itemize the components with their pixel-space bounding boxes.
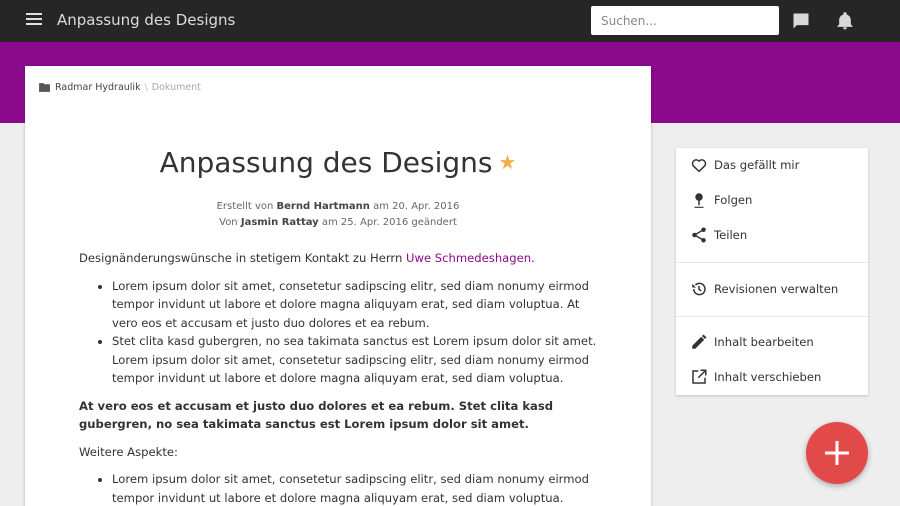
heart-icon <box>691 159 707 173</box>
open-in-new-icon <box>692 369 707 384</box>
changed-date: am 25. Apr. 2016 geändert <box>321 217 457 228</box>
subheading: Weitere Aspekte: <box>79 444 178 459</box>
move-content-label: Inhalt verschieben <box>714 370 822 384</box>
action-sidebar: Das gefällt mir Folgen Teilen Revisionen… <box>676 148 868 395</box>
like-button[interactable]: Das gefällt mir <box>676 151 868 179</box>
divider <box>676 316 868 317</box>
history-icon <box>692 282 706 296</box>
revisions-button[interactable]: Revisionen verwalten <box>676 275 868 303</box>
top-bar: Anpassung des Designs <box>0 0 900 42</box>
bell-icon[interactable] <box>835 11 855 31</box>
like-label: Das gefällt mir <box>714 158 800 172</box>
changed-by[interactable]: Jasmin Rattay <box>241 217 319 228</box>
breadcrumb-separator: \ <box>144 82 148 93</box>
search-input[interactable] <box>591 6 779 35</box>
intro-text: Designänderungswünsche in stetigem Konta… <box>79 251 406 265</box>
edit-content-button[interactable]: Inhalt bearbeiten <box>676 328 868 356</box>
add-button[interactable] <box>806 422 868 484</box>
intro-paragraph: Designänderungswünsche in stetigem Konta… <box>79 249 604 268</box>
created-by[interactable]: Bernd Hartmann <box>277 201 370 212</box>
pin-icon <box>694 193 704 208</box>
changed-prefix: Von <box>219 217 238 228</box>
menu-icon[interactable] <box>26 13 42 27</box>
changed-meta: Von Jasmin Rattay am 25. Apr. 2016 geänd… <box>25 217 651 228</box>
follow-label: Folgen <box>714 193 753 207</box>
created-meta: Erstellt von Bernd Hartmann am 20. Apr. … <box>25 201 651 212</box>
list-item: Lorem ipsum dolor sit amet, consetetur s… <box>112 277 604 333</box>
app-title: Anpassung des Designs <box>57 11 236 29</box>
edit-content-label: Inhalt bearbeiten <box>714 335 814 349</box>
created-date: am 20. Apr. 2016 <box>373 201 460 212</box>
plus-icon <box>825 441 849 465</box>
move-content-button[interactable]: Inhalt verschieben <box>676 363 868 391</box>
document-card: Radmar Hydraulik \ Dokument Anpassung de… <box>25 66 651 506</box>
page-title: Anpassung des Designs ★ <box>25 146 651 179</box>
list-item: Lorem ipsum dolor sit amet, consetetur s… <box>112 470 604 506</box>
breadcrumb: Radmar Hydraulik \ Dokument <box>38 82 201 93</box>
bullet-list: Lorem ipsum dolor sit amet, consetetur s… <box>112 470 604 506</box>
person-link[interactable]: Uwe Schmedeshagen <box>406 251 531 265</box>
folder-icon <box>39 83 50 92</box>
created-prefix: Erstellt von <box>216 201 274 212</box>
bullet-list: Lorem ipsum dolor sit amet, consetetur s… <box>112 277 604 388</box>
intro-end: . <box>531 251 535 265</box>
divider <box>676 262 868 263</box>
bold-paragraph: At vero eos et accusam et justo duo dolo… <box>79 398 554 432</box>
follow-button[interactable]: Folgen <box>676 186 868 214</box>
document-body: Designänderungswünsche in stetigem Konta… <box>79 249 604 506</box>
list-item: Stet clita kasd gubergren, no sea takima… <box>112 332 604 388</box>
breadcrumb-current: Dokument <box>151 82 201 93</box>
share-button[interactable]: Teilen <box>676 221 868 249</box>
revisions-label: Revisionen verwalten <box>714 282 839 296</box>
share-icon <box>692 227 706 243</box>
star-icon[interactable]: ★ <box>499 150 517 174</box>
page-title-text: Anpassung des Designs <box>159 146 493 179</box>
share-label: Teilen <box>714 228 748 242</box>
pencil-icon <box>692 334 707 349</box>
breadcrumb-space[interactable]: Radmar Hydraulik <box>55 82 141 93</box>
chat-icon[interactable] <box>791 11 811 31</box>
